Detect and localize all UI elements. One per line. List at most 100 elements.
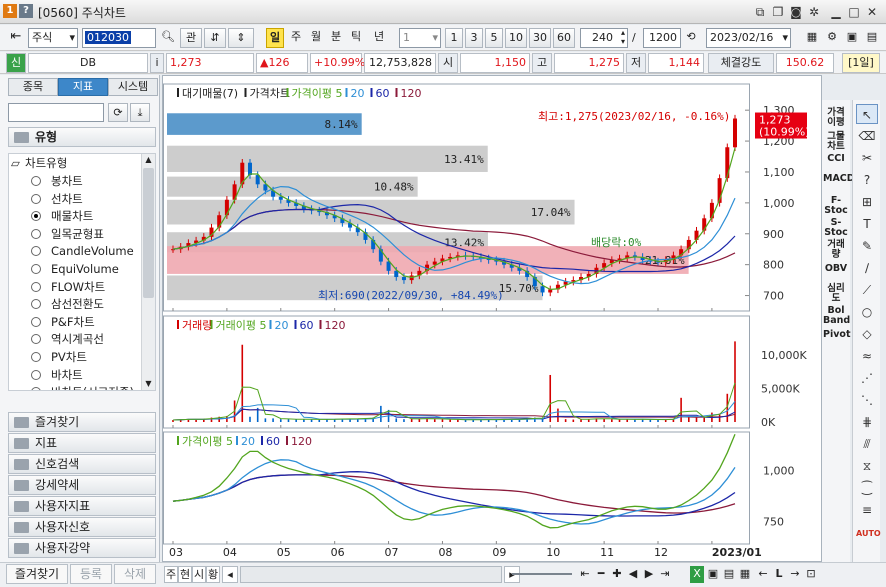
minus-icon[interactable]: ━ — [594, 566, 608, 583]
indicator-shortcut[interactable]: OBV — [823, 264, 849, 274]
interval-1-button[interactable]: 1 — [445, 28, 463, 48]
settings-icon[interactable]: ✲ — [806, 4, 822, 20]
mini-current-button[interactable]: 현 — [178, 566, 192, 583]
maximize-icon[interactable]: □ — [846, 4, 862, 20]
group-folder[interactable]: 사용자강약 — [8, 538, 156, 558]
count-reset-icon[interactable]: ⟲ — [682, 28, 700, 48]
chart-type-item[interactable]: 매물차트 — [9, 207, 93, 225]
radio-icon[interactable] — [31, 228, 41, 239]
indicator-shortcut[interactable]: F-Stoc — [823, 196, 849, 216]
radio-icon[interactable] — [31, 211, 41, 222]
radio-icon[interactable] — [31, 369, 41, 380]
chart-scrollbar[interactable] — [240, 566, 502, 583]
prev-stock-icon[interactable]: ⇤ — [6, 28, 26, 48]
radio-icon[interactable] — [31, 281, 41, 292]
help-icon[interactable]: ? — [19, 4, 33, 18]
period-year-tab[interactable]: 년 — [368, 28, 390, 48]
scroll-left-icon[interactable]: ◂ — [222, 566, 238, 583]
group-folder[interactable]: 지표 — [8, 433, 156, 453]
text-tool-icon[interactable]: T — [856, 214, 878, 234]
group-type-header[interactable]: 유형 — [8, 127, 156, 147]
chart-type-item[interactable]: 바차트(시고저종) — [9, 383, 134, 390]
close-icon[interactable]: ✕ — [864, 4, 880, 20]
pointer-tool-icon[interactable]: ↖ — [856, 104, 878, 124]
radio-icon[interactable] — [31, 246, 41, 257]
interval-5-button[interactable]: 5 — [485, 28, 503, 48]
tab-system[interactable]: 시스템 — [108, 78, 158, 96]
indicator-shortcut[interactable]: 가격이평 — [823, 108, 849, 128]
excel-icon[interactable]: X — [690, 566, 704, 583]
indicator-shortcut[interactable]: CCI — [823, 154, 849, 164]
market-type-select[interactable]: 주식 ▾ — [28, 28, 78, 48]
chart-type-item[interactable]: 삼선전환도 — [9, 295, 104, 313]
zoom-slider[interactable] — [512, 573, 572, 575]
save-icon[interactable]: ▣ — [843, 28, 861, 48]
interval-3-button[interactable]: 3 — [465, 28, 483, 48]
chart-type-item[interactable]: EquiVolume — [9, 260, 119, 278]
line-tool-icon[interactable]: ∕ — [856, 258, 878, 278]
print-icon[interactable]: ▦ — [803, 28, 821, 48]
fit-icon[interactable]: ⊡ — [804, 566, 818, 583]
period-minute-tab[interactable]: 분 — [327, 28, 345, 48]
interval-30-button[interactable]: 30 — [529, 28, 551, 48]
step-forward-icon[interactable]: ▶ — [642, 566, 656, 583]
interval-10-button[interactable]: 10 — [505, 28, 527, 48]
radio-icon[interactable] — [31, 264, 41, 274]
tree-root[interactable]: ▱ 차트유형 — [9, 154, 67, 172]
indicator-search-input[interactable] — [8, 103, 104, 122]
chart-type-item[interactable]: 바차트 — [9, 366, 83, 384]
link-icon[interactable]: ⧉ — [752, 4, 768, 20]
watch-button[interactable]: 관 — [180, 28, 202, 48]
fibo-tool-icon[interactable]: ⋕ — [856, 412, 878, 432]
chart-type-item[interactable]: CandleVolume — [9, 242, 134, 260]
arrow-left-icon[interactable]: ← — [756, 566, 770, 583]
search-icon[interactable]: 🔍︎ — [158, 28, 178, 48]
period-month-tab[interactable]: 월 — [307, 28, 325, 48]
scroll-down-icon[interactable]: ▼ — [142, 378, 155, 390]
info-tool-icon[interactable]: ? — [856, 170, 878, 190]
chart-canvas[interactable]: 7008009001,0001,1001,2001,3008.14%13.41%… — [163, 76, 821, 561]
arrow-right-icon[interactable]: → — [788, 566, 802, 583]
scroll-thumb[interactable] — [143, 168, 154, 298]
indicator-shortcut[interactable]: Pivot — [823, 330, 850, 340]
radio-icon[interactable] — [31, 352, 41, 362]
delete-tab[interactable]: 삭제 — [114, 564, 156, 584]
radio-icon[interactable] — [31, 299, 41, 310]
indicator-shortcut[interactable]: S-Stoc — [823, 218, 849, 238]
interval-60-button[interactable]: 60 — [553, 28, 575, 48]
period-tool-icon[interactable]: ⊞ — [856, 192, 878, 212]
radio-icon[interactable] — [31, 387, 41, 390]
print-small-icon[interactable]: ▤ — [722, 566, 736, 583]
scroll-up-icon[interactable]: ▲ — [142, 154, 155, 166]
eraser-tool-icon[interactable]: ⌫ — [856, 126, 878, 146]
chart-type-item[interactable]: 선차트 — [9, 190, 83, 208]
chart-type-item[interactable]: 봉차트 — [9, 172, 83, 190]
period-week-tab[interactable]: 주 — [287, 28, 305, 48]
total-count-input[interactable]: 1200 — [643, 28, 681, 48]
chart-area[interactable]: 700 800 900 1,000 1,100 1,200 1,300 8.14% 13.41%… — [162, 75, 822, 562]
group-folder[interactable]: 사용자신호 — [8, 517, 156, 537]
chart-type-item[interactable]: FLOW차트 — [9, 278, 105, 296]
delete-all-icon[interactable]: ✂ — [856, 148, 878, 168]
period-tick-tab[interactable]: 틱 — [347, 28, 365, 48]
group-folder[interactable]: 강세약세 — [8, 475, 156, 495]
circle-tool-icon[interactable]: ○ — [856, 302, 878, 322]
indicator-shortcut[interactable]: 심리도 — [823, 284, 849, 304]
stock-code-input[interactable]: 012030 — [82, 28, 156, 48]
radio-icon[interactable] — [31, 316, 41, 327]
pen-tool-icon[interactable]: ⟋ — [856, 280, 878, 300]
date-select[interactable]: 2023/02/16 ▾ — [706, 28, 791, 48]
data-count-input[interactable]: 240 ▴ ▾ — [580, 28, 628, 48]
download-icon[interactable]: ⤓ — [130, 103, 150, 122]
tab-indicator[interactable]: 지표 — [58, 78, 108, 96]
wave-tool-icon[interactable]: ⁐ — [856, 478, 878, 498]
table-icon[interactable]: ▦ — [738, 566, 752, 583]
channel-tool-icon[interactable]: ≈ — [856, 346, 878, 366]
indicator-shortcut[interactable]: MACD — [823, 174, 855, 184]
draw-tool-icon[interactable]: ✎ — [856, 236, 878, 256]
auto-tool-icon[interactable]: AUTO — [856, 524, 881, 544]
step-back-icon[interactable]: ◀ — [626, 566, 640, 583]
trend-tool-icon[interactable]: ≡ — [856, 500, 878, 520]
mini-status-button[interactable]: 황 — [206, 566, 220, 583]
copy-icon[interactable]: ❐ — [770, 4, 786, 20]
